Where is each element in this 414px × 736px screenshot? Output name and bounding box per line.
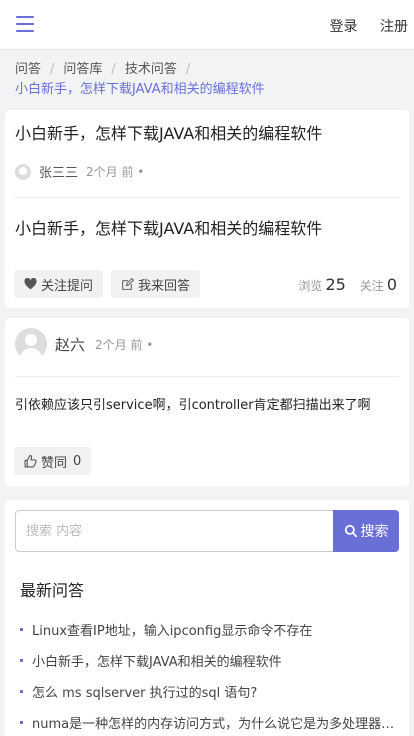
answer-button[interactable]: 我来回答 [111,270,201,298]
edit-icon [122,277,134,290]
breadcrumb-separator: / [185,62,191,77]
breadcrumb-separator: / [50,62,55,77]
avatar [15,163,31,180]
thumbs-up-icon [24,454,37,467]
question-body: 小白新手，怎样下载JAVA和相关的编程软件 [15,219,323,238]
follow-question-button[interactable]: 关注提问 [14,270,104,298]
breadcrumb: 问答 / 问答库 / 技术问答 / 小白新手，怎样下载JAVA和相关的编程软件 [15,60,405,100]
register-link[interactable]: 注册 [380,19,408,35]
follow-label: 关注提问 [41,278,94,294]
question-stats: 浏览 25 关注 0 [298,275,397,294]
breadcrumb-separator: / [111,62,116,77]
latest-list: Linux查看IP地址，输入ipconfig显示命令不存在 小白新手，怎样下载J… [20,620,396,736]
answer-author[interactable]: 赵六 [55,334,85,355]
list-item[interactable]: 小白新手，怎样下载JAVA和相关的编程软件 [20,651,396,682]
like-count: 0 [73,453,82,469]
answer-time: 2个月 前 • [95,338,154,352]
search-button[interactable]: 搜索 [333,510,399,552]
list-item[interactable]: numa是一种怎样的内存访问方式，为什么说它是为多处理器设计的 [20,713,396,736]
answer-card: 赵六 2个月 前 • 引依赖应该只引service啊，引controller肯定… [5,318,409,486]
menu-icon[interactable] [16,16,34,32]
search-button-label: 搜索 [360,524,389,540]
question-title: 小白新手，怎样下载JAVA和相关的编程软件 [15,124,323,143]
auth-links: 登录 注册 [312,16,408,36]
breadcrumb-current: 小白新手，怎样下载JAVA和相关的编程软件 [15,82,265,97]
latest-title: 最新问答 [20,581,85,600]
views-label: 浏览 [298,279,323,293]
views-count: 25 [325,275,346,294]
question-card: 小白新手，怎样下载JAVA和相关的编程软件 张三三 2个月 前 • 小白新手，怎… [5,110,409,308]
search-box: 搜索 [15,510,399,552]
answer-label: 我来回答 [138,278,191,294]
like-label: 赞同 [41,455,68,471]
follows-label: 关注 [359,279,384,293]
top-bar: 登录 注册 [0,0,414,50]
breadcrumb-item-library[interactable]: 问答库 [63,62,102,77]
sidebar-card: 搜索 最新问答 Linux查看IP地址，输入ipconfig显示命令不存在 小白… [5,500,409,736]
answer-text: 引依赖应该只引service啊，引controller肯定都扫描出来了啊 [15,398,371,413]
divider [15,197,399,198]
list-item[interactable]: Linux查看IP地址，输入ipconfig显示命令不存在 [20,620,396,651]
like-button[interactable]: 赞同 0 [14,447,92,475]
follows-count: 0 [386,275,397,294]
divider [15,376,399,377]
heart-icon [24,278,37,290]
login-link[interactable]: 登录 [330,19,358,35]
search-input[interactable] [16,511,332,551]
avatar[interactable] [15,328,47,360]
question-meta: 张三三 2个月 前 • [15,162,144,181]
search-icon [344,524,357,538]
breadcrumb-item-tech[interactable]: 技术问答 [125,62,177,77]
question-time: 2个月 前 • [86,165,145,179]
breadcrumb-item-qa[interactable]: 问答 [15,62,41,77]
question-author[interactable]: 张三三 [39,162,78,181]
list-item[interactable]: 怎么 ms sqlserver 执行过的sql 语句? [20,682,396,713]
